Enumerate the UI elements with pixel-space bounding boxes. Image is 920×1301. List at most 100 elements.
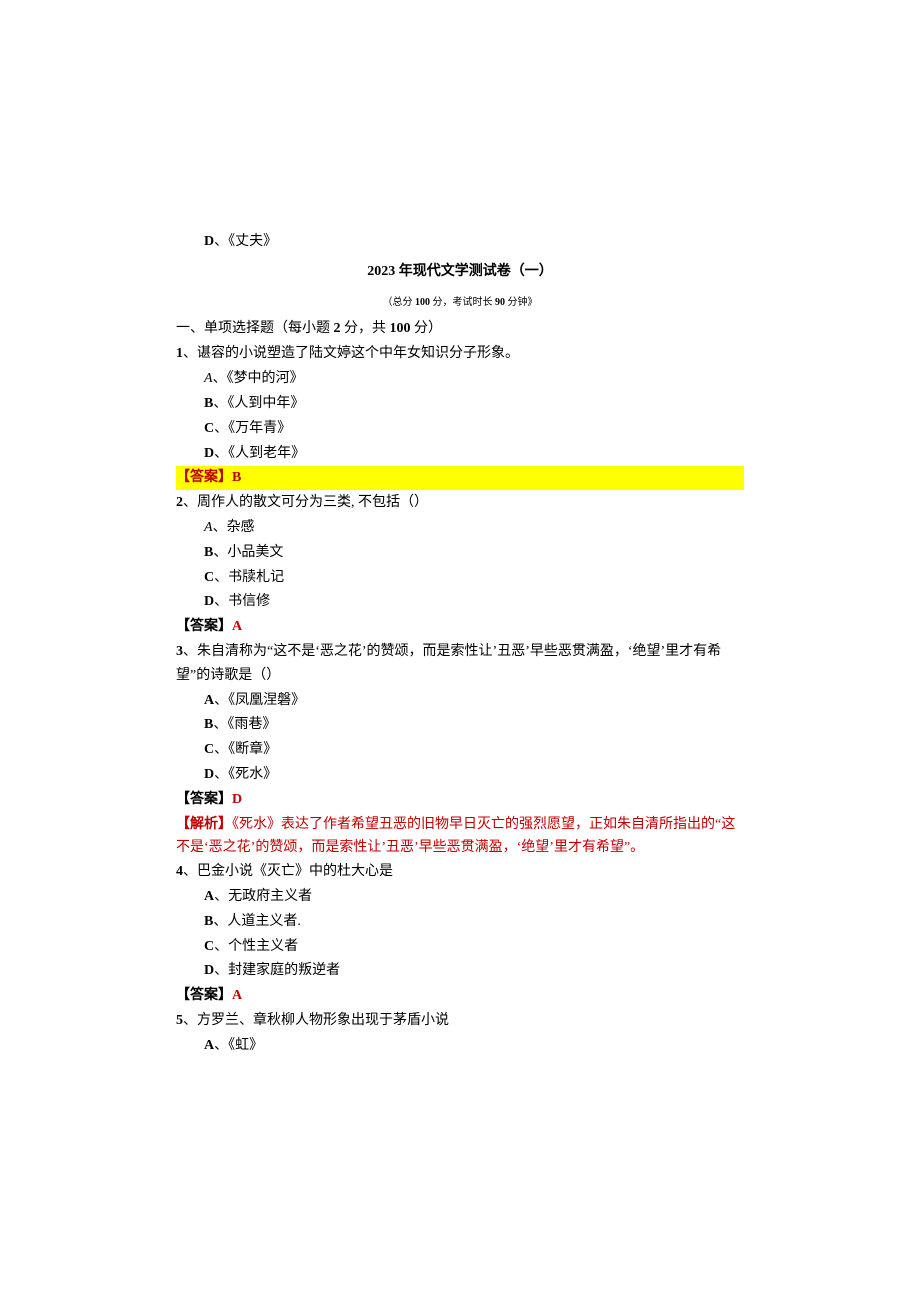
question-2: 2、周作人的散文可分为三类, 不包括（） bbox=[176, 491, 744, 515]
section-suffix: 分） bbox=[414, 321, 442, 336]
subtitle-mid: 分，考试时长 bbox=[433, 297, 493, 308]
q4-option-d: D、封建家庭的叛逆者 bbox=[204, 959, 744, 983]
q-number: 4 bbox=[176, 864, 183, 879]
answer-label: 【答案】 bbox=[176, 792, 232, 807]
option-label: A bbox=[204, 889, 214, 904]
section-mid: 分，共 bbox=[344, 321, 386, 336]
option-label: A bbox=[204, 520, 213, 535]
option-text: 《雨巷》 bbox=[227, 717, 276, 732]
q-sep: 、 bbox=[183, 346, 197, 361]
option-text: 《丈夫》 bbox=[228, 234, 277, 249]
option-text: 无政府主义者 bbox=[228, 889, 312, 904]
answer-label: 【答案】 bbox=[176, 619, 232, 634]
question-4: 4、巴金小说《灭亡》中的杜大心是 bbox=[176, 860, 744, 884]
option-sep: 、 bbox=[213, 396, 227, 411]
q2-option-c: C、书牍札记 bbox=[204, 566, 744, 590]
q-text: 谌容的小说塑造了陆文婷这个中年女知识分子形象。 bbox=[197, 346, 519, 361]
option-sep: 、 bbox=[214, 889, 228, 904]
q3-option-a: A、《凤凰涅磐》 bbox=[204, 689, 744, 713]
option-label: B bbox=[204, 396, 213, 411]
q2-option-a: A、杂感 bbox=[204, 516, 744, 540]
section-total: 100 bbox=[386, 321, 414, 336]
answer-label: 【答案】 bbox=[176, 470, 232, 485]
option-sep: 、 bbox=[214, 963, 228, 978]
section-heading: 一、单项选择题（每小题 2 分，共 100 分） bbox=[176, 317, 744, 341]
q1-option-c: C、《万年青》 bbox=[204, 417, 744, 441]
exam-subtitle: （总分 100 分，考试时长 90 分钟》 bbox=[176, 294, 744, 311]
q-number: 3 bbox=[176, 644, 183, 659]
option-text: 《梦中的河》 bbox=[227, 371, 304, 386]
q2-option-b: B、小品美文 bbox=[204, 541, 744, 565]
option-label: D bbox=[204, 234, 214, 249]
option-label: D bbox=[204, 963, 214, 978]
q4-option-b: B、人道主义者. bbox=[204, 910, 744, 934]
option-sep: 、 bbox=[214, 693, 228, 708]
option-label: C bbox=[204, 939, 214, 954]
question-3: 3、朱自清称为“这不是‘恶之花’的赞颂，而是索性让’丑恶’早些恶贯满盈，‘绝望’… bbox=[176, 640, 744, 688]
subtitle-open: （总分 bbox=[383, 297, 413, 308]
q3-analysis: 【解析】《死水》表达了作者希望丑恶的旧物早日灭亡的强烈愿望，正如朱自清所指出的“… bbox=[176, 813, 744, 861]
option-sep: 、 bbox=[214, 446, 228, 461]
option-sep: 、 bbox=[213, 914, 227, 929]
question-1: 1、谌容的小说塑造了陆文婷这个中年女知识分子形象。 bbox=[176, 342, 744, 366]
q-number: 2 bbox=[176, 495, 183, 510]
q2-option-d: D、书信修 bbox=[204, 590, 744, 614]
option-text: 小品美文 bbox=[227, 545, 283, 560]
option-sep: 、 bbox=[214, 742, 228, 757]
q3-option-b: B、《雨巷》 bbox=[204, 713, 744, 737]
q2-answer: 【答案】A bbox=[176, 615, 744, 639]
q1-option-b: B、《人到中年》 bbox=[204, 392, 744, 416]
answer-value: A bbox=[232, 619, 242, 634]
option-label: D bbox=[204, 594, 214, 609]
option-text: 《人到中年》 bbox=[227, 396, 304, 411]
section-pts: 2 bbox=[330, 321, 344, 336]
q3-option-d: D、《死水》 bbox=[204, 763, 744, 787]
q-number: 5 bbox=[176, 1013, 183, 1028]
option-sep: 、 bbox=[213, 545, 227, 560]
answer-value: D bbox=[232, 792, 242, 807]
q-sep: 、 bbox=[183, 495, 197, 510]
q1-option-a: A、《梦中的河》 bbox=[204, 367, 744, 391]
option-text: 封建家庭的叛逆者 bbox=[228, 963, 340, 978]
option-text: 《万年青》 bbox=[228, 421, 291, 436]
option-label: A bbox=[204, 693, 214, 708]
option-text: 《死水》 bbox=[228, 767, 277, 782]
option-sep: 、 bbox=[213, 717, 227, 732]
option-text: 杂感 bbox=[227, 520, 255, 535]
option-label: D bbox=[204, 446, 214, 461]
title-rest: 年现代文学测试卷（一） bbox=[395, 264, 553, 279]
option-label: B bbox=[204, 717, 213, 732]
option-text: 个性主义者 bbox=[228, 939, 298, 954]
q-sep: 、 bbox=[183, 864, 197, 879]
option-label: C bbox=[204, 742, 214, 757]
option-sep: 、 bbox=[214, 594, 228, 609]
option-sep: 、 bbox=[213, 371, 227, 386]
q-text: 方罗兰、章秋柳人物形象出现于茅盾小说 bbox=[197, 1013, 449, 1028]
option-text: 《虹》 bbox=[228, 1038, 263, 1053]
option-label: C bbox=[204, 570, 214, 585]
analysis-text: 《死水》表达了作者希望丑恶的旧物早日灭亡的强烈愿望，正如朱自清所指出的“这不是‘… bbox=[176, 817, 735, 856]
option-label: B bbox=[204, 914, 213, 929]
q4-option-a: A、无政府主义者 bbox=[204, 885, 744, 909]
option-sep: 、 bbox=[214, 234, 228, 249]
analysis-label: 【解析】 bbox=[176, 817, 232, 832]
option-sep: 、 bbox=[214, 1038, 228, 1053]
q4-answer: 【答案】A bbox=[176, 984, 744, 1008]
subtitle-end: 分钟》 bbox=[508, 297, 538, 308]
option-text: 书信修 bbox=[228, 594, 270, 609]
option-sep: 、 bbox=[214, 421, 228, 436]
q1-answer: 【答案】B bbox=[176, 466, 744, 490]
option-text: 人道主义者. bbox=[227, 914, 301, 929]
q-sep: 、 bbox=[183, 1013, 197, 1028]
exam-title: 2023 年现代文学测试卷（一） bbox=[176, 260, 744, 284]
question-5: 5、方罗兰、章秋柳人物形象出现于茅盾小说 bbox=[176, 1009, 744, 1033]
option-text: 书牍札记 bbox=[228, 570, 284, 585]
title-year: 2023 bbox=[367, 264, 395, 279]
option-label: D bbox=[204, 767, 214, 782]
orphan-option-d: D、《丈夫》 bbox=[204, 230, 744, 254]
option-sep: 、 bbox=[214, 939, 228, 954]
option-label: A bbox=[204, 1038, 214, 1053]
answer-value: B bbox=[232, 470, 241, 485]
option-label: C bbox=[204, 421, 214, 436]
q4-option-c: C、个性主义者 bbox=[204, 935, 744, 959]
